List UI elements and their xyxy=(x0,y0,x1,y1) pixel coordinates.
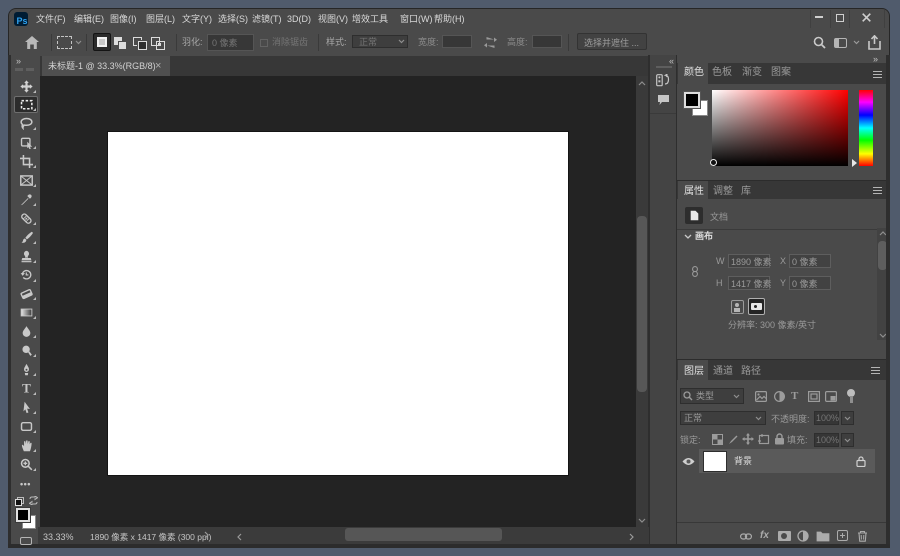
svg-text:T: T xyxy=(22,382,31,395)
